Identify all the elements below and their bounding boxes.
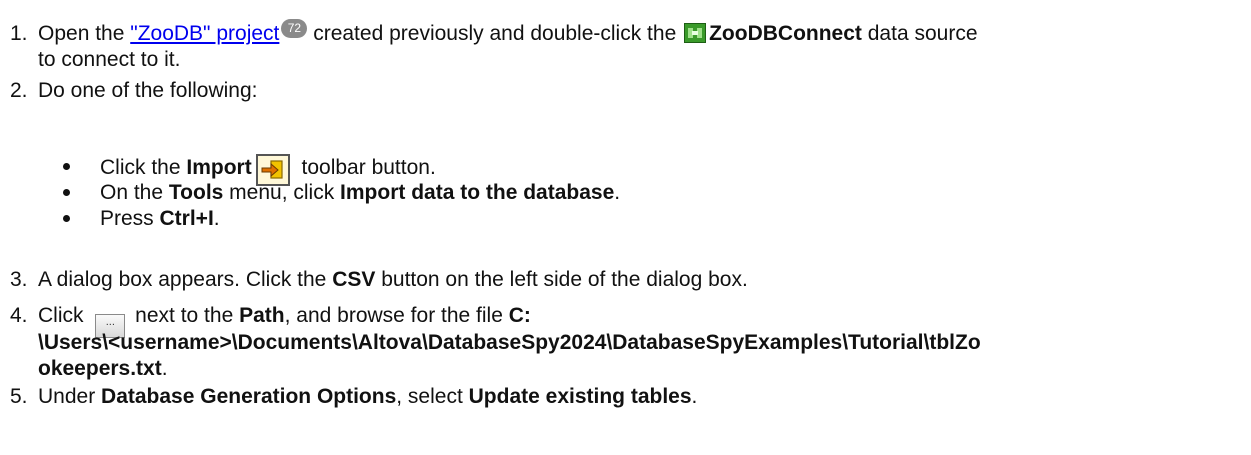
file-path-line-2: \Users\<username>\Documents\Altova\Datab… [38,330,981,356]
step-2-text: Do one of the following: [38,79,258,102]
step-5-text-b: , select [396,385,469,408]
bullet-2-line: On the Tools menu, click Import data to … [100,180,620,206]
import-data-command-label: Import data to the database [340,181,615,204]
step-3-line: A dialog box appears. Click the CSV butt… [38,267,748,293]
step-1-line: Open the "ZooDB" project 72 created previ… [38,19,978,47]
step-4-text-a: Click [38,304,90,327]
bullet-dot-3 [63,215,70,222]
step-4-text-c: , and browse for the file [284,304,509,327]
step-5-line: Under Database Generation Options, selec… [38,384,697,410]
step-2-number: 2. [10,79,28,102]
bullet-2-text-b: menu, click [223,181,341,204]
step-4-text-d: . [161,357,168,380]
datasource-icon [684,23,707,43]
step-1-continuation: to connect to it. [38,48,181,71]
bullet-1-text-b: toolbar button. [295,156,436,179]
step-4-number: 4. [10,304,28,327]
file-path-part-3: okeepers.txt [38,357,162,380]
bullet-3-line: Press Ctrl+I. [100,206,220,232]
tools-menu-label: Tools [168,181,224,204]
step-1-text-a: Open the [38,22,131,45]
import-label: Import [186,156,252,179]
shortcut-label: Ctrl+I [159,207,214,230]
page-ref-badge: 72 [281,19,308,38]
bullet-3-text-a: Press [100,207,160,230]
file-path-line-3: okeepers.txt. [38,356,168,382]
zoodbconnect-label: ZooDBConnect [709,22,862,45]
bullet-3-text-b: . [213,207,220,230]
zoodb-project-link[interactable]: "ZooDB" project [130,22,279,45]
step-3-text-a: A dialog box appears. Click the [38,268,333,291]
step-3-text-b: button on the left side of the dialog bo… [375,268,748,291]
step-1-text-c: data source [861,22,978,45]
file-path-part-1: C: [508,304,531,327]
bullet-1-text-a: Click the [100,156,187,179]
step-1-text-b: created previously and double-click the [307,22,683,45]
bullet-dot-1 [63,163,70,170]
step-5-text-c: . [691,385,698,408]
csv-label: CSV [332,268,376,291]
update-existing-tables-label: Update existing tables [468,385,692,408]
bullet-2-text-a: On the [100,181,169,204]
step-1-number: 1. [10,22,28,45]
bullet-dot-2 [63,189,70,196]
path-label: Path [239,304,285,327]
step-4-text-b: next to the [129,304,240,327]
step-3-number: 3. [10,268,28,291]
step-5-number: 5. [10,385,28,408]
step-5-text-a: Under [38,385,102,408]
bullet-2-text-c: . [614,181,621,204]
file-path-part-2: \Users\<username>\Documents\Altova\Datab… [38,331,981,354]
db-generation-options-label: Database Generation Options [101,385,397,408]
